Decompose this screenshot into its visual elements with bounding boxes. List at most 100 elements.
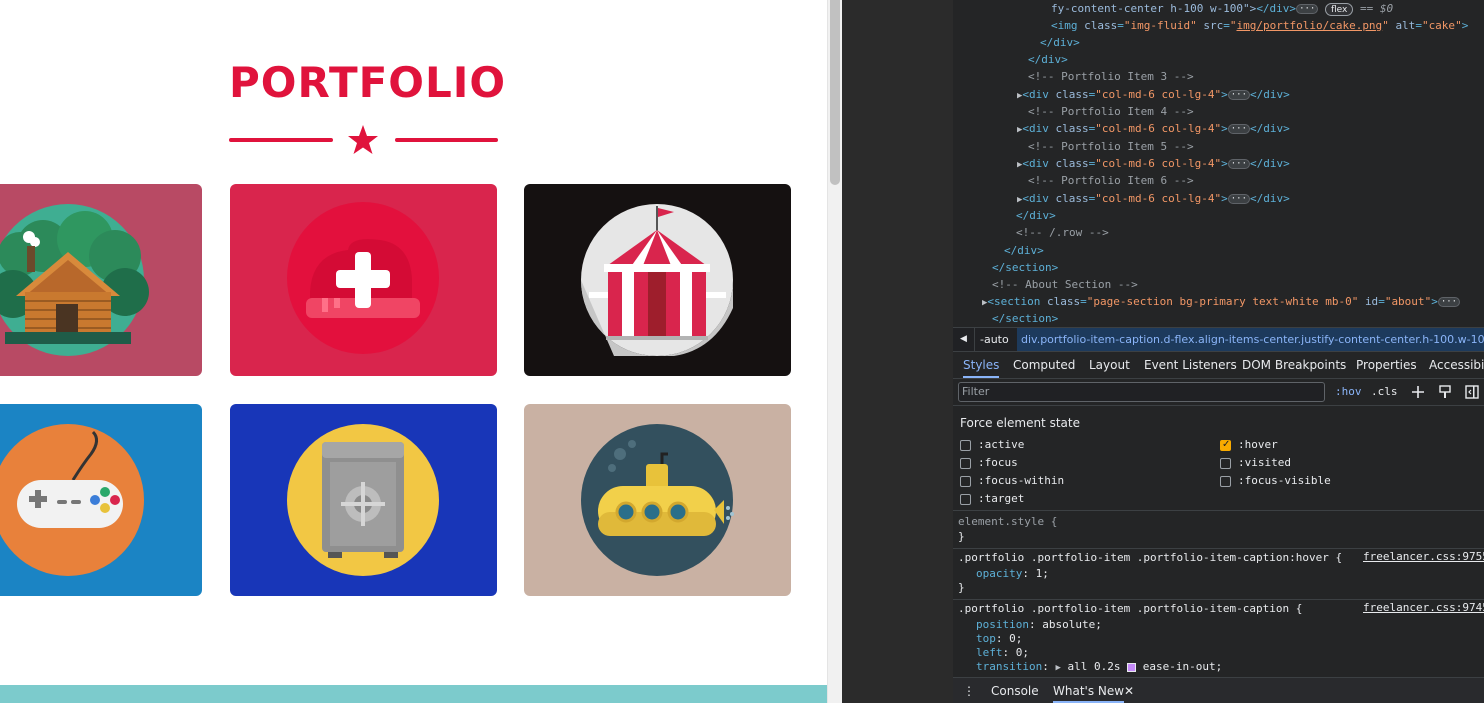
dom-line[interactable]: </div>: [1040, 34, 1080, 51]
left-declaration[interactable]: left: 0;: [976, 645, 1029, 660]
drawer-menu-icon[interactable]: ⋮: [963, 678, 975, 703]
new-style-rule-icon[interactable]: [1410, 384, 1426, 400]
ellipsis-icon[interactable]: ···: [1227, 159, 1251, 169]
dom-comment[interactable]: <!-- /.row -->: [1016, 224, 1109, 241]
divider-line-left: [229, 138, 333, 142]
element-style-rule[interactable]: element.style {: [958, 514, 1057, 529]
styles-pane-tabs: Styles Computed Layout Event Listeners D…: [953, 352, 1484, 379]
tab-event-listeners[interactable]: Event Listeners: [1144, 352, 1237, 378]
tab-computed[interactable]: Computed: [1013, 352, 1075, 378]
ellipsis-icon[interactable]: ···: [1296, 4, 1319, 14]
checkbox-checked[interactable]: [1220, 437, 1231, 453]
cls-toggle[interactable]: .cls: [1371, 382, 1398, 402]
checkbox[interactable]: [1220, 476, 1231, 487]
dom-tree[interactable]: fy-content-center h-100 w-100"></div> ···…: [953, 0, 1484, 327]
breadcrumb: ◀ -auto div.portfolio-item-caption.d-fle…: [953, 327, 1484, 352]
cake-icon: [287, 202, 439, 354]
position-declaration[interactable]: position: absolute;: [976, 617, 1102, 632]
flex-badge[interactable]: flex: [1324, 2, 1354, 16]
devtools-gutter: [842, 0, 953, 703]
dom-line[interactable]: <img class="img-fluid" src="img/portfoli…: [1051, 17, 1468, 34]
page-viewport: PORTFOLIO: [0, 0, 827, 703]
drawer-tab-console[interactable]: Console: [991, 678, 1039, 703]
screen: PORTFOLIO fy-content-center h-100 w-100"…: [0, 0, 1484, 703]
heading-divider: [229, 124, 498, 156]
dom-comment[interactable]: <!-- About Section -->: [992, 276, 1138, 293]
breadcrumb-item-prev[interactable]: -auto: [980, 328, 1009, 351]
portfolio-item-circus[interactable]: [524, 184, 791, 376]
divider-line-right: [395, 138, 498, 142]
dom-comment[interactable]: <!-- Portfolio Item 6 -->: [1028, 172, 1194, 189]
dom-line[interactable]: fy-content-center h-100 w-100"></div> ···…: [1051, 0, 1393, 17]
dom-line[interactable]: ▶<div class="col-md-6 col-lg-4"> ··· </div…: [1017, 86, 1290, 103]
portfolio-item-cabin[interactable]: [0, 184, 202, 376]
safe-icon: [287, 424, 439, 576]
ellipsis-icon[interactable]: ···: [1437, 297, 1461, 307]
dom-line[interactable]: </section>: [992, 310, 1058, 327]
portfolio-item-game[interactable]: [0, 404, 202, 596]
breadcrumb-scroll-left-icon[interactable]: ◀: [953, 328, 975, 351]
styles-filter-input[interactable]: Filter: [958, 382, 1325, 402]
portfolio-item-submarine[interactable]: [524, 404, 791, 596]
checkbox[interactable]: [960, 440, 971, 451]
style-rules: element.style { } .portfolio .portfolio-…: [953, 511, 1484, 677]
toggle-sidebar-icon[interactable]: [1464, 384, 1480, 400]
caption-rule-source-link[interactable]: freelancer.css:9745: [1363, 601, 1484, 614]
rule-separator: [953, 599, 1484, 600]
checkbox[interactable]: [960, 476, 971, 487]
ellipsis-icon[interactable]: ···: [1227, 194, 1251, 204]
dom-line[interactable]: ▶<div class="col-md-6 col-lg-4"> ··· </div…: [1017, 120, 1290, 137]
ellipsis-icon[interactable]: ···: [1227, 90, 1251, 100]
submarine-icon: [581, 424, 734, 576]
page-scrollbar[interactable]: [827, 0, 842, 703]
devtools-panel: fy-content-center h-100 w-100"></div> ···…: [842, 0, 1484, 703]
dom-line[interactable]: ▶<section class="page-section bg-primary…: [982, 293, 1461, 310]
force-state-title: Force element state: [960, 416, 1080, 430]
close-icon[interactable]: ✕: [1124, 678, 1134, 703]
drawer-tab-whats-new[interactable]: What's New: [1053, 678, 1125, 703]
checkbox[interactable]: [1220, 458, 1231, 469]
dom-comment[interactable]: <!-- Portfolio Item 4 -->: [1028, 103, 1194, 120]
dom-line[interactable]: </section>: [992, 259, 1058, 276]
tab-accessibility[interactable]: Accessibility: [1429, 352, 1484, 378]
breadcrumb-item-current[interactable]: div.portfolio-item-caption.d-flex.align-…: [1017, 328, 1484, 351]
next-section-band: [0, 685, 827, 703]
tab-layout[interactable]: Layout: [1089, 352, 1130, 378]
transition-declaration[interactable]: transition: ▶ all 0.2s ease-in-out;: [976, 659, 1222, 674]
portfolio-heading: PORTFOLIO: [229, 58, 507, 107]
rule-close: }: [958, 530, 965, 543]
dom-line[interactable]: </div>: [1004, 242, 1044, 259]
hover-rule-source-link[interactable]: freelancer.css:9755: [1363, 550, 1484, 563]
dom-line[interactable]: </div>: [1028, 51, 1068, 68]
force-element-state: Force element state :active :focus :focu…: [953, 406, 1484, 511]
tab-dom-breakpoints[interactable]: DOM Breakpoints: [1242, 352, 1346, 378]
paint-brush-icon[interactable]: [1437, 384, 1453, 400]
dom-line[interactable]: </div>: [1016, 207, 1056, 224]
checkbox[interactable]: [960, 458, 971, 469]
caption-rule-selector[interactable]: .portfolio .portfolio-item .portfolio-it…: [958, 601, 1302, 616]
dom-line[interactable]: ▶<div class="col-md-6 col-lg-4"> ··· </div…: [1017, 190, 1290, 207]
dom-comment[interactable]: <!-- Portfolio Item 5 -->: [1028, 138, 1194, 155]
dom-comment[interactable]: <!-- Portfolio Item 3 -->: [1028, 68, 1194, 85]
ellipsis-icon[interactable]: ···: [1227, 124, 1251, 134]
selected-marker: == $0: [1359, 2, 1394, 15]
hover-rule-selector[interactable]: .portfolio .portfolio-item .portfolio-it…: [958, 550, 1342, 565]
tab-styles[interactable]: Styles: [963, 352, 1000, 378]
tab-properties[interactable]: Properties: [1356, 352, 1417, 378]
devtools-drawer: ⋮ Console What's New ✕: [953, 677, 1484, 703]
checkbox[interactable]: [960, 494, 971, 505]
elements-panel: fy-content-center h-100 w-100"></div> ···…: [953, 0, 1484, 703]
star-icon: [348, 125, 378, 154]
cabin-icon: [0, 204, 149, 356]
portfolio-item-safe[interactable]: [230, 404, 497, 596]
scrollbar-thumb[interactable]: [830, 0, 840, 185]
portfolio-item-cake[interactable]: [230, 184, 497, 376]
opacity-declaration[interactable]: opacity: 1;: [976, 566, 1049, 581]
easing-swatch-icon[interactable]: [1127, 662, 1137, 672]
rule-separator: [953, 548, 1484, 549]
dom-line[interactable]: ▶<div class="col-md-6 col-lg-4"> ··· </div…: [1017, 155, 1290, 172]
styles-toolbar: Filter :hov .cls: [953, 379, 1484, 406]
top-declaration[interactable]: top: 0;: [976, 631, 1022, 646]
hov-toggle[interactable]: :hov: [1335, 382, 1362, 402]
expand-triangle-icon[interactable]: ▶: [1055, 663, 1060, 673]
